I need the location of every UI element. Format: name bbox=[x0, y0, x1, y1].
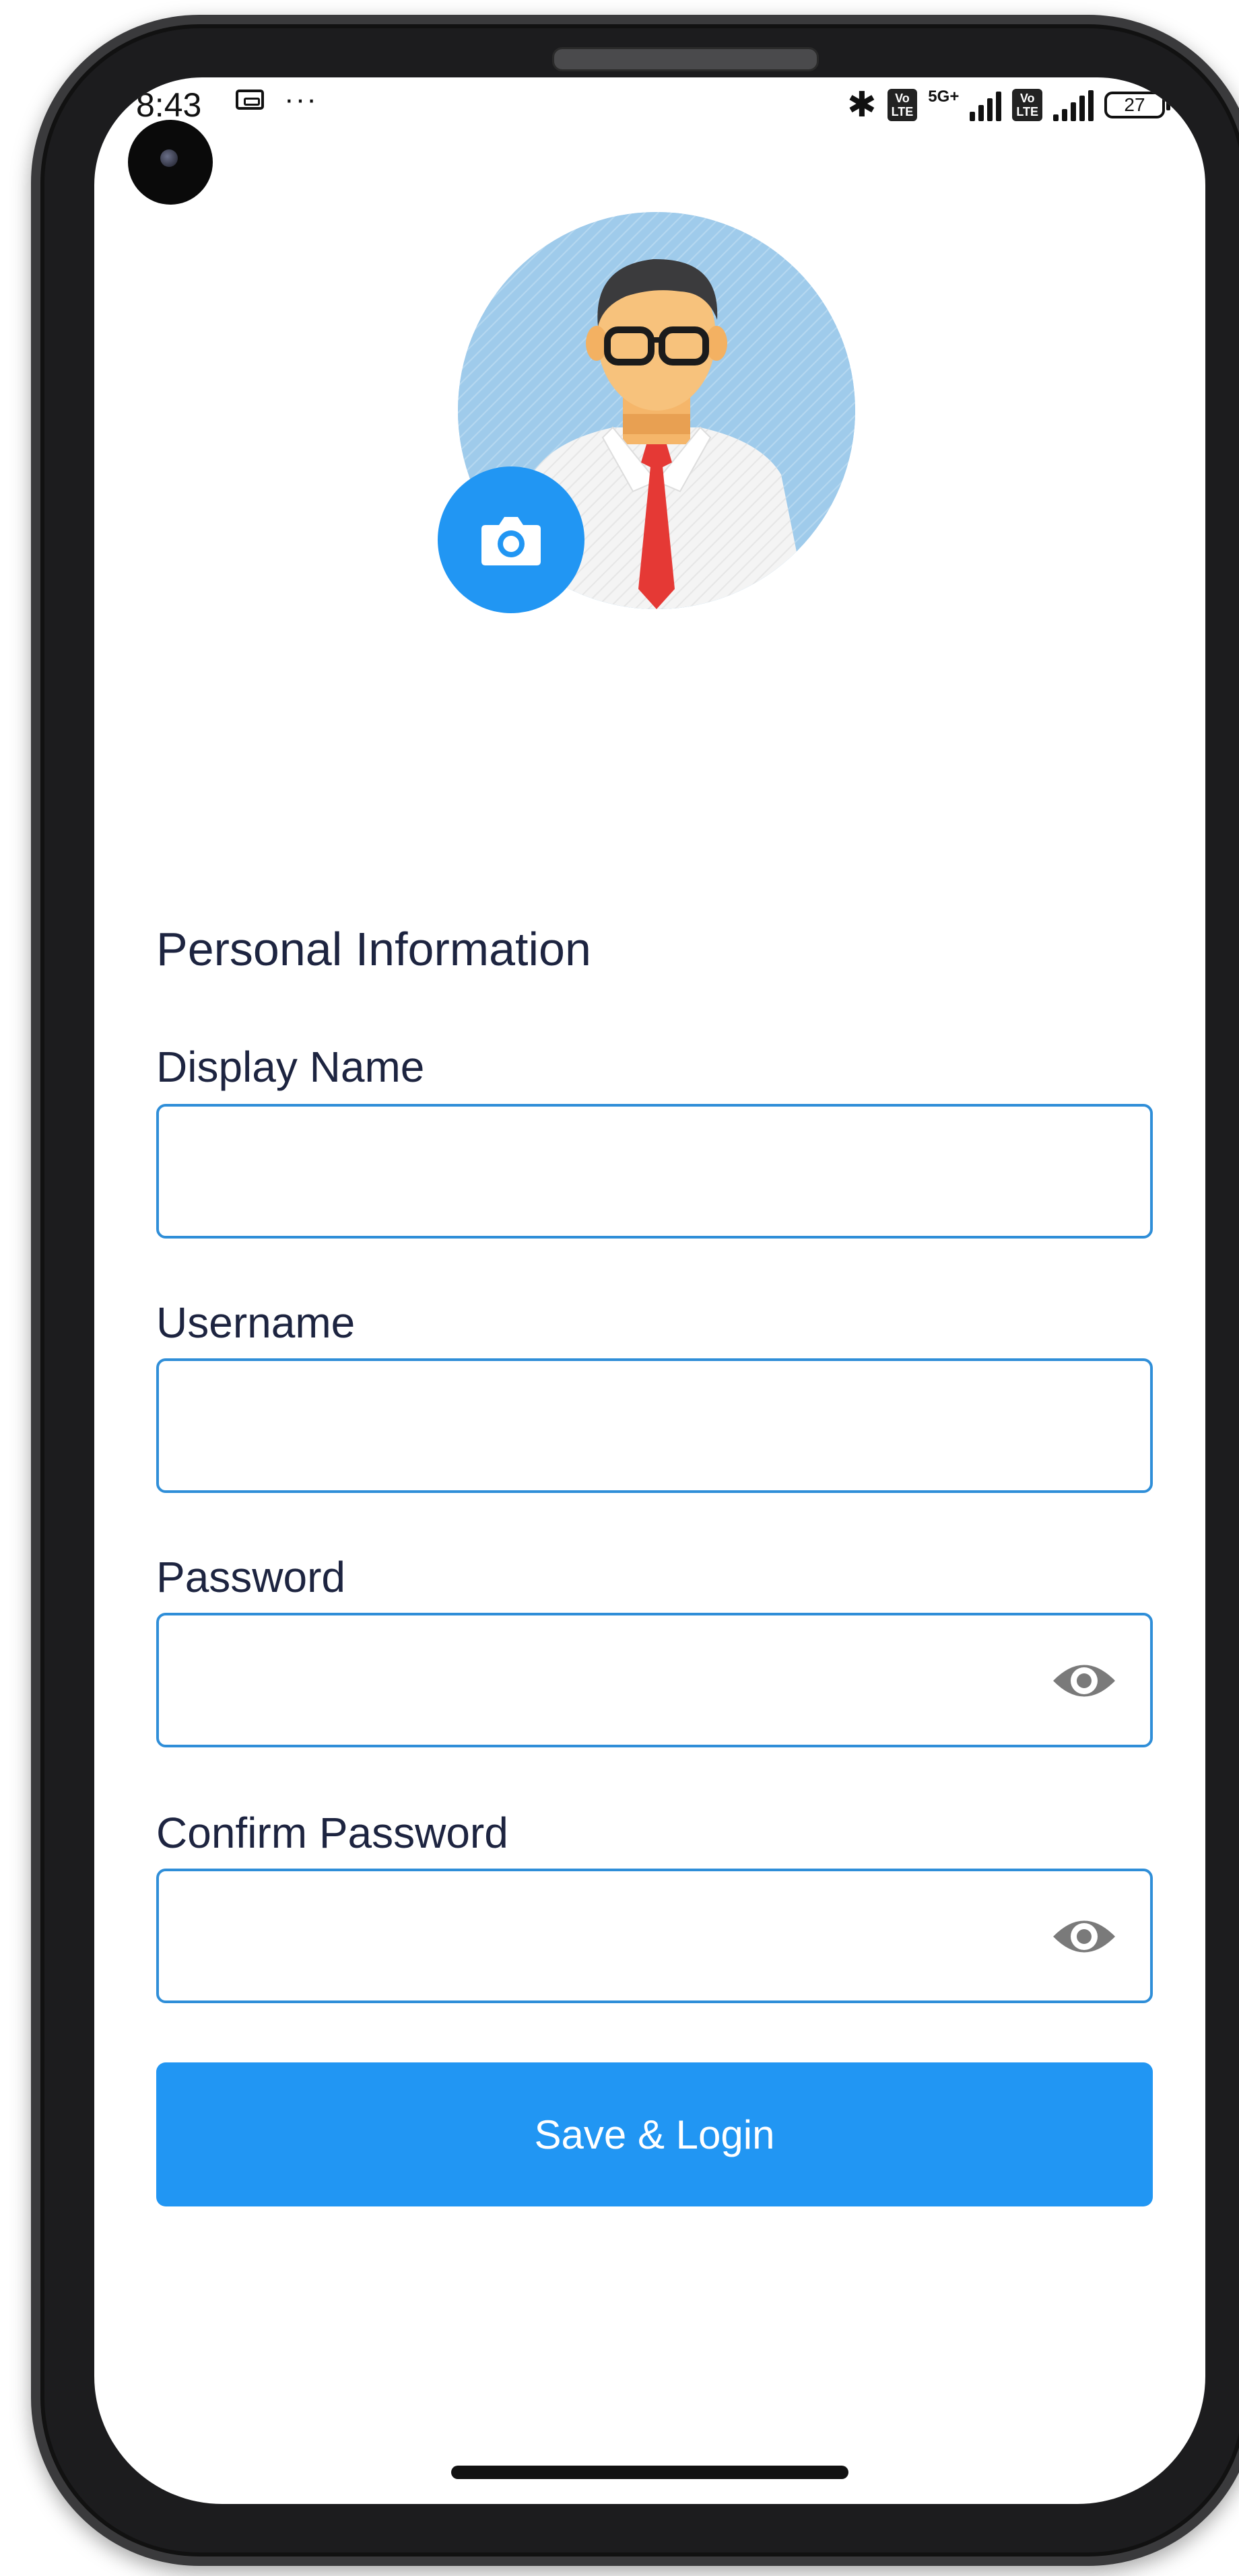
change-photo-button[interactable] bbox=[438, 466, 584, 613]
profile-avatar-area bbox=[438, 212, 855, 613]
status-left-icons: ··· bbox=[236, 83, 318, 116]
eye-icon bbox=[1053, 1665, 1115, 1697]
network-type: 5G+ bbox=[928, 88, 960, 106]
battery-level: 27 bbox=[1124, 94, 1145, 115]
username-input[interactable] bbox=[156, 1358, 1153, 1493]
camera-icon bbox=[481, 517, 541, 565]
more-notifications-icon: ··· bbox=[284, 83, 318, 116]
password-input[interactable] bbox=[156, 1613, 1153, 1747]
signal-bars-icon bbox=[970, 89, 1002, 121]
voicemail-icon bbox=[236, 90, 264, 110]
confirm-password-input[interactable] bbox=[156, 1869, 1153, 2003]
earpiece-speaker bbox=[552, 47, 819, 71]
bluetooth-icon: ✱ bbox=[847, 85, 877, 125]
status-bar: 8:43 ··· ✱ Vo LTE 5G+ Vo LTE 27 bbox=[94, 77, 1205, 138]
password-visibility-toggle[interactable] bbox=[1050, 1657, 1118, 1704]
confirm-password-visibility-toggle[interactable] bbox=[1050, 1913, 1118, 1960]
volte-icon-2: Vo LTE bbox=[1012, 89, 1042, 121]
eye-icon bbox=[1053, 1920, 1115, 1953]
battery-icon: 27 bbox=[1104, 92, 1170, 118]
username-label: Username bbox=[156, 1298, 356, 1347]
display-name-label: Display Name bbox=[156, 1043, 425, 1091]
page: 8:43 ··· ✱ Vo LTE 5G+ Vo LTE 27 Personal… bbox=[0, 0, 1239, 2576]
display-name-input[interactable] bbox=[156, 1104, 1153, 1239]
signal-bars-icon-2 bbox=[1053, 89, 1094, 121]
status-right-icons: ✱ Vo LTE 5G+ Vo LTE 27 bbox=[847, 85, 1170, 125]
section-title: Personal Information bbox=[156, 923, 591, 975]
save-and-login-button[interactable]: Save & Login bbox=[156, 2062, 1153, 2206]
confirm-password-label: Confirm Password bbox=[156, 1809, 508, 1857]
front-camera bbox=[128, 120, 213, 205]
volte-icon: Vo LTE bbox=[887, 89, 918, 121]
password-label: Password bbox=[156, 1553, 345, 1601]
home-indicator[interactable] bbox=[451, 2466, 848, 2479]
status-time: 8:43 bbox=[136, 86, 202, 124]
